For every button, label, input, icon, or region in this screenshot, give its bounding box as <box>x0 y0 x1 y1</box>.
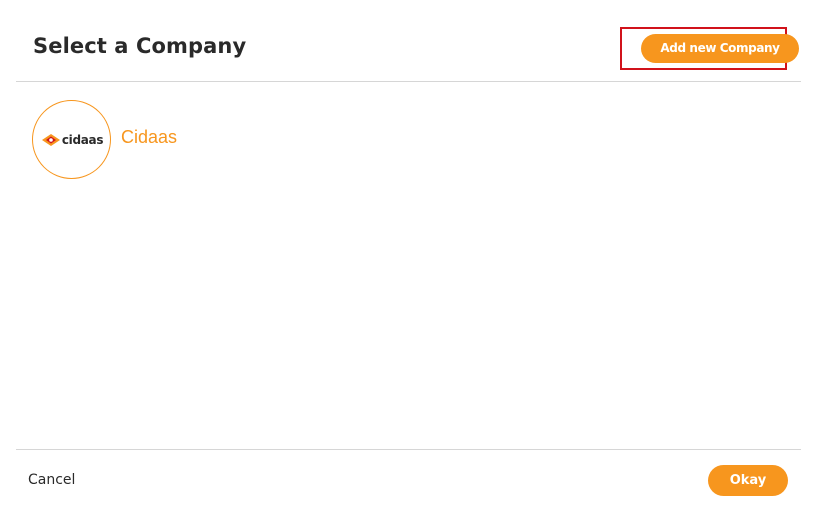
cidaas-logo-mark-icon <box>41 133 60 146</box>
select-company-dialog: Select a Company Add new Company cidaas … <box>0 0 832 527</box>
add-new-company-button[interactable]: Add new Company <box>641 34 799 63</box>
list-item-company[interactable]: cidaas Cidaas <box>32 100 177 179</box>
cidaas-logo: cidaas <box>41 132 104 147</box>
company-name[interactable]: Cidaas <box>121 127 177 148</box>
dialog-title: Select a Company <box>33 34 247 58</box>
company-list: cidaas Cidaas <box>16 82 801 449</box>
cancel-button[interactable]: Cancel <box>28 472 75 488</box>
dialog-header: Select a Company Add new Company <box>16 0 801 82</box>
cidaas-logo-text: cidaas <box>61 132 104 147</box>
company-logo[interactable]: cidaas <box>32 100 111 179</box>
dialog-footer: Cancel Okay <box>16 449 801 527</box>
okay-button[interactable]: Okay <box>708 465 788 496</box>
